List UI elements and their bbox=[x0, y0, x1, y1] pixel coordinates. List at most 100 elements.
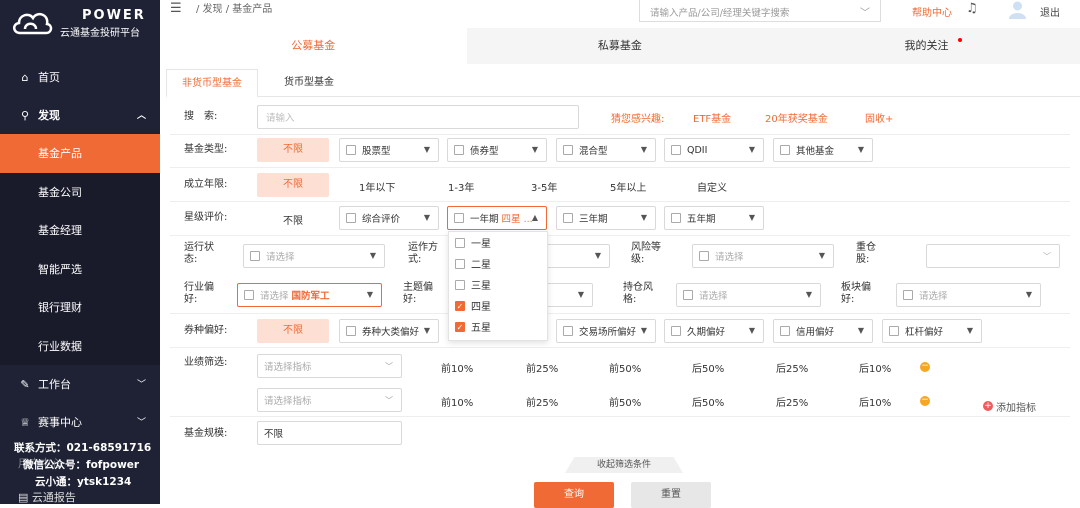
holding-style-select[interactable]: 请选择 ▼ bbox=[676, 283, 821, 307]
checkbox[interactable] bbox=[346, 213, 356, 223]
rank-option[interactable]: 前10% bbox=[441, 394, 473, 409]
checkbox[interactable] bbox=[671, 145, 681, 155]
remove-metric-icon[interactable]: − bbox=[920, 396, 930, 406]
fund-scale-select[interactable]: 不限 bbox=[257, 421, 402, 445]
logout-link[interactable]: 退出 bbox=[1040, 4, 1060, 19]
fund-type-other-select[interactable]: 其他基金 ▼ bbox=[773, 138, 873, 162]
dropdown-option-one-star[interactable]: 一星 bbox=[449, 232, 547, 253]
menu-toggle-icon[interactable]: ☰ bbox=[170, 1, 182, 16]
sidebar-item-workbench[interactable]: ✎ 工作台 ﹀ bbox=[0, 365, 160, 403]
years-option-custom[interactable]: 自定义 bbox=[697, 179, 727, 194]
logo[interactable]: POWER 云通基金投研平台 bbox=[10, 6, 158, 40]
checkbox[interactable] bbox=[244, 290, 254, 300]
rank-option[interactable]: 后10% bbox=[859, 360, 891, 375]
run-status-select[interactable]: 请选择 ▼ bbox=[243, 244, 385, 268]
rank-option[interactable]: 后25% bbox=[776, 360, 808, 375]
years-option-over5[interactable]: 5年以上 bbox=[610, 179, 646, 194]
years-option-under1[interactable]: 1年以下 bbox=[359, 179, 395, 194]
avatar-icon[interactable] bbox=[1009, 1, 1026, 19]
interest-etf-link[interactable]: ETF基金 bbox=[693, 110, 731, 125]
rank-option[interactable]: 后50% bbox=[692, 394, 724, 409]
sidebar-sub-industry-data[interactable]: 行业数据 bbox=[0, 326, 160, 365]
help-center-link[interactable]: 帮助中心 bbox=[912, 4, 952, 19]
rank-option[interactable]: 前50% bbox=[609, 394, 641, 409]
rank-option[interactable]: 前50% bbox=[609, 360, 641, 375]
tab-public-funds[interactable]: 公募基金 bbox=[160, 28, 467, 64]
checkbox[interactable] bbox=[455, 237, 465, 248]
sidebar-sub-smart-select[interactable]: 智能严选 bbox=[0, 249, 160, 288]
rank-option[interactable]: 后25% bbox=[776, 394, 808, 409]
fund-type-stock-select[interactable]: 股票型 ▼ bbox=[339, 138, 439, 162]
dropdown-option-five-star[interactable]: ✓ 五星 bbox=[449, 316, 547, 337]
sidebar-sub-fund-managers[interactable]: 基金经理 bbox=[0, 211, 160, 250]
tab-my-follow[interactable]: 我的关注 bbox=[773, 28, 1080, 64]
checkbox[interactable] bbox=[683, 290, 693, 300]
add-metric-link[interactable]: 添加指标 bbox=[996, 399, 1036, 414]
sidebar-sub-fund-products[interactable]: 基金产品 bbox=[0, 134, 160, 173]
reset-button[interactable]: 重置 bbox=[631, 482, 711, 508]
checkbox[interactable] bbox=[903, 290, 913, 300]
query-button[interactable]: 查询 bbox=[534, 482, 614, 508]
checkbox[interactable] bbox=[250, 251, 260, 261]
rank-option[interactable]: 前10% bbox=[441, 360, 473, 375]
fund-type-mixed-select[interactable]: 混合型 ▼ bbox=[556, 138, 656, 162]
global-search-input[interactable]: 请输入产品/公司/经理关键字搜索 ﹀ bbox=[639, 0, 881, 22]
bond-unlimited-button[interactable]: 不限 bbox=[257, 319, 329, 343]
dropdown-option-two-star[interactable]: 二星 bbox=[449, 253, 547, 274]
checkbox[interactable] bbox=[563, 326, 573, 336]
fund-type-qdii-select[interactable]: QDII ▼ bbox=[664, 138, 764, 162]
years-option-3to5[interactable]: 3-5年 bbox=[531, 179, 557, 194]
checkbox[interactable] bbox=[563, 213, 573, 223]
checkbox[interactable] bbox=[346, 145, 356, 155]
interest-fixed-income-link[interactable]: 固收+ bbox=[865, 110, 893, 125]
sector-select[interactable]: 请选择 ▼ bbox=[896, 283, 1041, 307]
risk-level-select[interactable]: 请选择 ▼ bbox=[692, 244, 834, 268]
dropdown-option-four-star[interactable]: ✓ 四星 bbox=[449, 295, 547, 316]
sidebar-item-discover[interactable]: ⚲ 发现 ︿ bbox=[0, 96, 160, 134]
dropdown-option-three-star[interactable]: 三星 bbox=[449, 274, 547, 295]
fund-type-unlimited-button[interactable]: 不限 bbox=[257, 138, 329, 162]
checkbox[interactable] bbox=[454, 145, 464, 155]
rank-option[interactable]: 前25% bbox=[526, 394, 558, 409]
checkbox[interactable] bbox=[671, 326, 681, 336]
rank-option[interactable]: 后50% bbox=[692, 360, 724, 375]
sidebar-sub-bank-wealth[interactable]: 银行理财 bbox=[0, 288, 160, 327]
bond-leverage-select[interactable]: 杠杆偏好 ▼ bbox=[882, 319, 982, 343]
tab-private-funds[interactable]: 私募基金 bbox=[466, 28, 774, 64]
years-option-1to3[interactable]: 1-3年 bbox=[448, 179, 474, 194]
rating-five-year-select[interactable]: 五年期 ▼ bbox=[664, 206, 764, 230]
bond-duration-select[interactable]: 久期偏好 ▼ bbox=[664, 319, 764, 343]
interest-award-link[interactable]: 20年获奖基金 bbox=[765, 110, 828, 125]
fund-type-bond-select[interactable]: 债券型 ▼ bbox=[447, 138, 547, 162]
checkbox[interactable] bbox=[889, 326, 899, 336]
rating-unlimited-option[interactable]: 不限 bbox=[283, 212, 303, 227]
checkbox[interactable] bbox=[454, 213, 464, 223]
industry-select[interactable]: 请选择 国防军工 ▼ bbox=[237, 283, 382, 307]
bond-venue-select[interactable]: 交易场所偏好 ▼ bbox=[556, 319, 656, 343]
collapse-filters-button[interactable]: 收起筛选条件 bbox=[565, 457, 683, 473]
rating-one-year-select[interactable]: 一年期 四星 ... ▲ bbox=[447, 206, 547, 230]
checkbox[interactable] bbox=[699, 251, 709, 261]
heavy-stock-select[interactable]: ﹀ bbox=[926, 244, 1060, 268]
remove-metric-icon[interactable]: − bbox=[920, 362, 930, 372]
checkbox[interactable] bbox=[780, 326, 790, 336]
bond-category-select[interactable]: 券种大类偏好 ▼ bbox=[339, 319, 439, 343]
bond-credit-select[interactable]: 信用偏好 ▼ bbox=[773, 319, 873, 343]
checkbox[interactable] bbox=[346, 326, 356, 336]
checkbox[interactable] bbox=[671, 213, 681, 223]
add-metric-icon[interactable]: + bbox=[983, 401, 993, 411]
rank-option[interactable]: 后10% bbox=[859, 394, 891, 409]
checkbox-checked[interactable]: ✓ bbox=[455, 300, 465, 311]
performance-metric-select-1[interactable]: 请选择指标 ﹀ bbox=[257, 354, 402, 378]
sidebar-item-events[interactable]: ♕ 赛事中心 ﹀ bbox=[0, 403, 160, 441]
subtab-non-money-fund[interactable]: 非货币型基金 bbox=[166, 69, 258, 98]
checkbox[interactable] bbox=[780, 145, 790, 155]
fund-search-input[interactable]: 请输入 bbox=[257, 105, 579, 129]
sidebar-sub-fund-companies[interactable]: 基金公司 bbox=[0, 172, 160, 211]
sidebar-item-home[interactable]: ⌂ 首页 bbox=[0, 58, 160, 96]
rating-three-year-select[interactable]: 三年期 ▼ bbox=[556, 206, 656, 230]
bell-icon[interactable]: ♫ bbox=[966, 1, 978, 16]
years-unlimited-button[interactable]: 不限 bbox=[257, 173, 329, 197]
rank-option[interactable]: 前25% bbox=[526, 360, 558, 375]
checkbox-checked[interactable]: ✓ bbox=[455, 321, 465, 332]
